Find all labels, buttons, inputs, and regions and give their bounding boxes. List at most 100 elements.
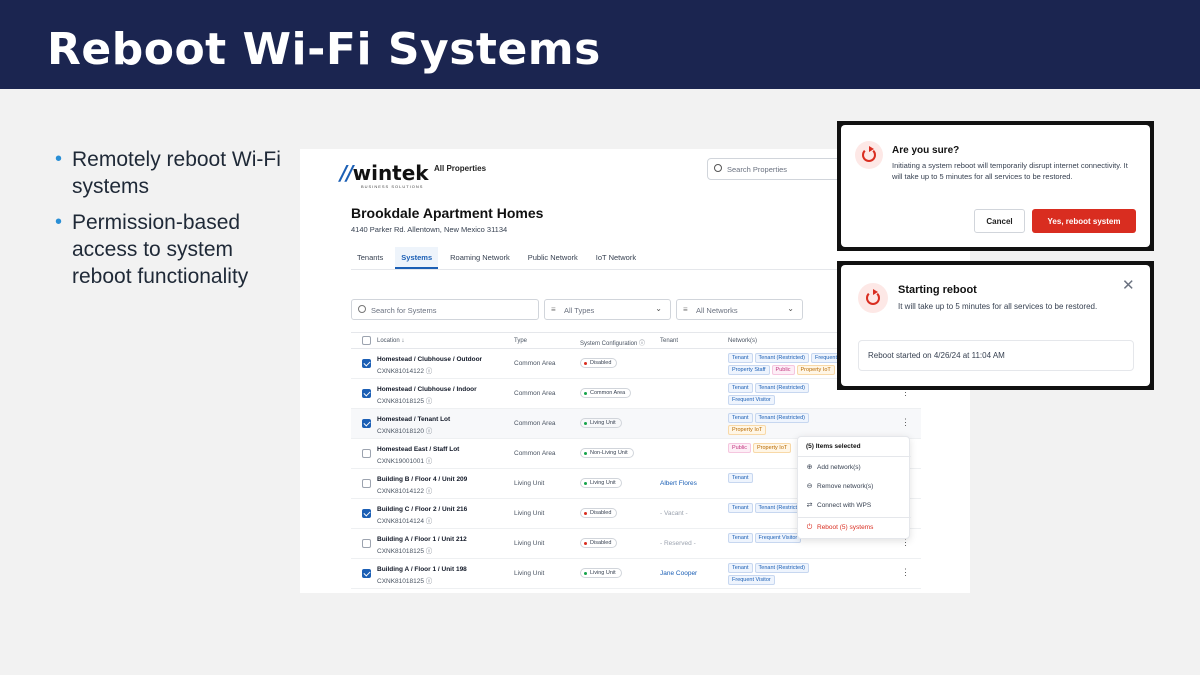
close-icon[interactable]: ✕ xyxy=(1122,278,1135,293)
search-icon xyxy=(358,305,366,313)
row-type: Common Area xyxy=(514,360,556,367)
network-badge: Tenant xyxy=(728,563,753,573)
property-title: Brookdale Apartment Homes xyxy=(351,205,544,221)
chevron-down-icon: ⌄ xyxy=(787,304,794,313)
logo-mark: // xyxy=(340,161,354,185)
table-header: Location ↓ Type System Configuration ⓘ T… xyxy=(351,332,921,349)
network-badge: Tenant xyxy=(728,413,753,423)
search-properties-placeholder: Search Properties xyxy=(727,165,788,174)
types-filter-value: All Types xyxy=(564,306,595,315)
dialog-body: Initiating a system reboot will temporar… xyxy=(892,161,1128,181)
col-tenant: Tenant xyxy=(660,338,679,344)
row-checkbox[interactable] xyxy=(362,449,371,458)
tab-roaming-network[interactable]: Roaming Network xyxy=(444,247,516,269)
search-systems-placeholder: Search for Systems xyxy=(371,306,437,315)
row-location: Homestead / Tenant Lot xyxy=(377,416,451,423)
menu-item-label: Connect with WPS xyxy=(817,502,872,509)
config-badge: Living Unit xyxy=(580,478,622,488)
config-badge: Disabled xyxy=(580,538,618,548)
row-checkbox[interactable] xyxy=(362,569,371,578)
row-serial: CXNK81018125 ⓘ xyxy=(377,548,433,555)
dialog-title: Starting reboot xyxy=(898,284,977,296)
filter-icon: ≡ xyxy=(551,305,556,314)
row-tenant[interactable]: Albert Flores xyxy=(660,480,697,487)
reboot-icon xyxy=(858,283,888,313)
network-badge: Property IoT xyxy=(728,425,767,435)
wintek-logo[interactable]: //wintek BUSINESS SOLUTIONS xyxy=(340,161,429,189)
tab-tenants[interactable]: Tenants xyxy=(351,247,389,269)
row-location: Homestead / Clubhouse / Outdoor xyxy=(377,356,483,363)
more-options-icon[interactable]: ⋮ xyxy=(901,417,910,428)
logo-subtitle: BUSINESS SOLUTIONS xyxy=(361,184,424,189)
config-badge: Non-Living Unit xyxy=(580,448,634,458)
row-location: Building A / Floor 1 / Unit 198 xyxy=(377,566,467,573)
network-badge: Tenant xyxy=(728,533,753,543)
row-checkbox[interactable] xyxy=(362,389,371,398)
bullet-list: Remotely reboot Wi-Fi systems Permission… xyxy=(55,146,285,299)
more-options-icon[interactable]: ⋮ xyxy=(901,567,910,578)
row-type: Common Area xyxy=(514,450,556,457)
row-type: Living Unit xyxy=(514,570,545,577)
network-badge: Tenant xyxy=(728,353,753,363)
menu-reboot-systems[interactable]: ⏻ Reboot (5) systems xyxy=(806,524,874,531)
menu-selected-count: (5) Items selected xyxy=(806,443,861,450)
table-row[interactable]: Homestead / Clubhouse / Outdoor CXNK81014… xyxy=(351,349,921,379)
bullet-item: Permission-based access to system reboot… xyxy=(55,209,285,290)
row-tenant: - Vacant - xyxy=(660,510,688,517)
row-tenant: - Reserved - xyxy=(660,540,696,547)
select-all-checkbox[interactable] xyxy=(362,336,371,345)
network-badge: Frequent Visitor xyxy=(754,533,802,543)
row-checkbox[interactable] xyxy=(362,359,371,368)
row-type: Living Unit xyxy=(514,480,545,487)
types-filter-select[interactable]: ≡ All Types ⌄ xyxy=(544,299,671,320)
tab-systems[interactable]: Systems xyxy=(395,247,439,269)
menu-add-networks[interactable]: ⊕ Add network(s) xyxy=(806,464,861,471)
cancel-button[interactable]: Cancel xyxy=(974,209,1025,233)
row-networks: Tenant Tenant (Restricted) FrequentPropert… xyxy=(728,353,848,377)
networks-filter-value: All Networks xyxy=(696,306,738,315)
col-location[interactable]: Location ↓ xyxy=(377,338,404,344)
tab-public-network[interactable]: Public Network xyxy=(522,247,584,269)
tab-iot-network[interactable]: IoT Network xyxy=(590,247,642,269)
menu-divider xyxy=(798,456,911,457)
row-networks: Tenant Tenant (Restricted) Frequent Visito… xyxy=(728,383,848,407)
slide-title-bar: Reboot Wi-Fi Systems xyxy=(0,0,1200,89)
network-badge: Property IoT xyxy=(752,443,792,453)
row-serial: CXNK81014124 ⓘ xyxy=(377,518,433,525)
table-row[interactable]: Building A / Floor 1 / Unit 198 CXNK81018… xyxy=(351,559,921,589)
row-tenant[interactable]: Jane Cooper xyxy=(660,570,697,577)
row-serial: CXNK19001001 ⓘ xyxy=(377,458,433,465)
tab-bar: Tenants Systems Roaming Network Public N… xyxy=(351,247,648,269)
network-badge: Tenant (Restricted) xyxy=(754,563,809,573)
slide-title: Reboot Wi-Fi Systems xyxy=(47,24,601,75)
nav-all-properties[interactable]: All Properties xyxy=(434,164,486,173)
row-location: Homestead East / Staff Lot xyxy=(377,446,460,453)
row-type: Common Area xyxy=(514,420,556,427)
row-location: Building C / Floor 2 / Unit 216 xyxy=(377,506,468,513)
table-row[interactable]: Homestead / Clubhouse / Indoor CXNK810181… xyxy=(351,379,921,409)
row-checkbox[interactable] xyxy=(362,419,371,428)
networks-filter-select[interactable]: ≡ All Networks ⌄ xyxy=(676,299,803,320)
menu-connect-wps[interactable]: ⇄ Connect with WPS xyxy=(806,502,872,509)
menu-divider xyxy=(798,517,911,518)
row-checkbox[interactable] xyxy=(362,539,371,548)
menu-remove-networks[interactable]: ⊖ Remove network(s) xyxy=(806,483,874,490)
search-properties-input[interactable]: Search Properties xyxy=(707,158,857,180)
network-badge: Property Staff xyxy=(728,365,770,375)
row-type: Common Area xyxy=(514,390,556,397)
search-systems-input[interactable]: Search for Systems xyxy=(351,299,539,320)
row-serial: CXNK81014122 ⓘ xyxy=(377,488,433,495)
network-badge: Property IoT xyxy=(796,365,835,375)
filter-icon: ≡ xyxy=(683,305,688,314)
chevron-down-icon: ⌄ xyxy=(655,304,662,313)
row-checkbox[interactable] xyxy=(362,479,371,488)
network-badge: Tenant (Restricted) xyxy=(754,413,809,423)
confirm-reboot-button[interactable]: Yes, reboot system xyxy=(1032,209,1136,233)
network-badge: Tenant (Restricted) xyxy=(754,383,809,393)
table-row[interactable]: Homestead / Tenant Lot CXNK81018120 ⓘ Comm… xyxy=(351,409,921,439)
col-config: System Configuration ⓘ xyxy=(580,341,646,347)
config-badge: Disabled xyxy=(580,508,618,518)
row-checkbox[interactable] xyxy=(362,509,371,518)
logo-word: wintek xyxy=(352,161,429,185)
col-type: Type xyxy=(514,338,528,344)
